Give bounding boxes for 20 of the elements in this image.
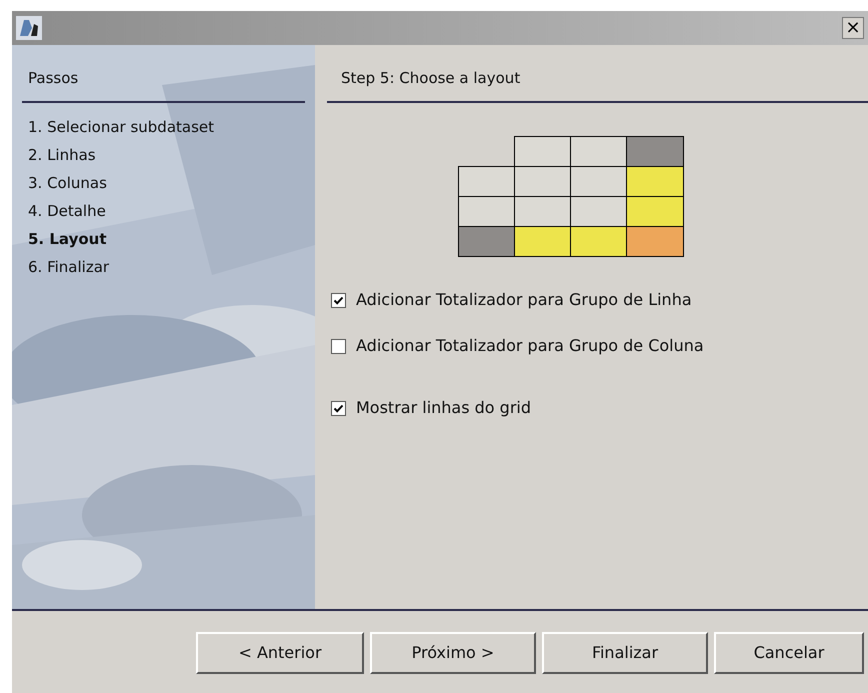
steps-title: Passos bbox=[28, 68, 78, 88]
wizard-button[interactable]: Finalizar bbox=[542, 632, 708, 674]
step-item: 1. Selecionar subdataset bbox=[28, 117, 216, 138]
close-button[interactable]: × bbox=[842, 17, 864, 39]
app-icon bbox=[16, 16, 42, 40]
step-title: Step 5: Choose a layout bbox=[341, 68, 520, 88]
checkbox[interactable] bbox=[331, 292, 346, 308]
step-item: 3. Colunas bbox=[28, 173, 108, 194]
step-item: 2. Linhas bbox=[28, 145, 97, 166]
step-item: 6. Finalizar bbox=[28, 257, 110, 278]
step-item: 4. Detalhe bbox=[28, 201, 107, 222]
option-label: Adicionar Totalizador para Grupo de Coluna bbox=[356, 335, 704, 357]
checkbox[interactable] bbox=[331, 338, 346, 354]
wizard-button[interactable]: Próximo > bbox=[370, 632, 536, 674]
checkbox[interactable] bbox=[331, 400, 346, 416]
step-item: 5. Layout bbox=[28, 229, 108, 250]
option-label: Mostrar linhas do grid bbox=[356, 397, 532, 419]
wizard-button[interactable]: < Anterior bbox=[196, 632, 364, 674]
wizard-button[interactable]: Cancelar bbox=[714, 632, 864, 674]
option-label: Adicionar Totalizador para Grupo de Linha bbox=[356, 289, 692, 311]
